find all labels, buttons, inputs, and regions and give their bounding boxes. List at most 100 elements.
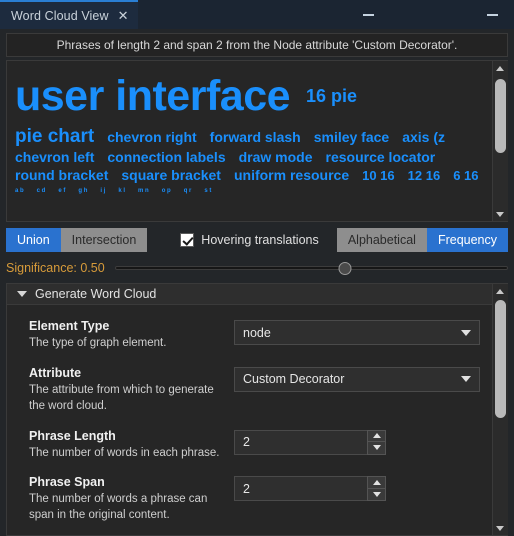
group-title: Generate Word Cloud <box>35 287 157 301</box>
word-cloud-term[interactable]: chevron right <box>107 130 196 144</box>
significance-row: Significance: 0.50 <box>6 259 508 277</box>
settings-scrollbar[interactable] <box>492 284 508 535</box>
word-cloud-term[interactable]: e f <box>58 188 65 194</box>
word-cloud-term[interactable]: 12 16 <box>408 169 441 182</box>
word-cloud-term[interactable]: k l <box>118 188 125 194</box>
alphabetical-button[interactable]: Alphabetical <box>336 228 427 252</box>
element-type-select[interactable]: node <box>234 320 480 345</box>
close-icon[interactable]: ✕ <box>118 9 129 22</box>
field-control: Custom Decorator <box>234 366 480 392</box>
window-controls-gap <box>390 0 470 29</box>
generate-word-cloud-group-header[interactable]: Generate Word Cloud <box>7 284 492 305</box>
field-element-type: Element Type The type of graph element. … <box>29 319 480 352</box>
word-cloud-term[interactable]: s t <box>204 188 211 194</box>
word-cloud-term[interactable]: user interface <box>15 74 291 118</box>
scroll-down-icon[interactable] <box>492 207 508 221</box>
field-control: node <box>234 319 480 345</box>
word-cloud-term[interactable]: connection labels <box>107 150 225 164</box>
checkbox-icon[interactable] <box>180 233 195 247</box>
word-cloud-term[interactable]: resource locator <box>326 150 436 164</box>
float-icon <box>486 13 498 16</box>
field-title: Attribute <box>29 365 82 380</box>
stepper-buttons <box>367 429 386 455</box>
word-cloud-term[interactable]: smiley face <box>314 130 390 144</box>
word-cloud-term[interactable]: q r <box>184 188 192 194</box>
settings-content: Generate Word Cloud Element Type The typ… <box>7 284 492 535</box>
chevron-down-icon[interactable] <box>461 376 471 383</box>
field-title: Phrase Span <box>29 475 105 490</box>
word-cloud-scrollbar[interactable] <box>492 61 508 221</box>
field-hint: The number of words in each phrase. <box>29 446 220 459</box>
phrase-length-value[interactable]: 2 <box>234 429 367 455</box>
window-body: Phrases of length 2 and span 2 from the … <box>0 29 514 536</box>
field-text: Element Type The type of graph element. <box>29 319 234 352</box>
hovering-translations-checkbox[interactable]: Hovering translations <box>180 233 319 247</box>
set-mode-segmented-control: Union Intersection <box>6 228 148 252</box>
sort-mode-segmented-control: Alphabetical Frequency <box>336 228 508 252</box>
word-cloud-term[interactable]: o p <box>162 188 171 194</box>
attribute-value: Custom Decorator <box>243 372 345 387</box>
word-cloud-view-window: Word Cloud View ✕ Phrases of length 2 an… <box>0 0 514 536</box>
word-cloud-term[interactable]: 16 pie <box>306 87 357 105</box>
field-title: Phrase Length <box>29 428 116 443</box>
attribute-select[interactable]: Custom Decorator <box>234 366 480 392</box>
frequency-button[interactable]: Frequency <box>426 228 508 252</box>
word-cloud-term[interactable]: 6 16 <box>453 169 478 182</box>
scroll-up-icon[interactable] <box>492 61 508 75</box>
field-attribute: Attribute The attribute from which to ge… <box>29 366 480 415</box>
word-cloud-term[interactable]: g h <box>78 188 87 194</box>
word-cloud-term[interactable]: pie chart <box>15 127 94 146</box>
intersection-button[interactable]: Intersection <box>60 228 148 252</box>
word-cloud-toolbar: Union Intersection Hovering translations… <box>6 227 508 253</box>
phrase-length-stepper[interactable]: 2 <box>234 429 386 455</box>
word-cloud-term[interactable]: forward slash <box>210 130 301 144</box>
field-control: 2 <box>234 429 480 455</box>
phrase-span-stepper[interactable]: 2 <box>234 476 386 502</box>
stepper-up-icon[interactable] <box>367 429 386 443</box>
field-phrase-length: Phrase Length The number of words in eac… <box>29 429 480 462</box>
slider-track <box>114 266 508 270</box>
word-cloud-term[interactable]: a b <box>15 188 24 194</box>
significance-slider[interactable] <box>114 260 508 276</box>
word-cloud-term[interactable]: c d <box>37 188 46 194</box>
stepper-buttons <box>367 476 386 502</box>
word-cloud-term[interactable]: 10 16 <box>362 169 395 182</box>
word-cloud-term[interactable]: draw mode <box>239 150 313 164</box>
scroll-thumb[interactable] <box>494 300 506 418</box>
stepper-down-icon[interactable] <box>367 488 386 502</box>
hovering-translations-label: Hovering translations <box>201 233 319 247</box>
description-bar: Phrases of length 2 and span 2 from the … <box>6 33 508 57</box>
scroll-up-icon[interactable] <box>492 284 508 298</box>
field-hint: The attribute from which to generate the… <box>29 383 214 412</box>
field-hint: The type of graph element. <box>29 337 167 349</box>
word-cloud-term[interactable]: axis (z <box>402 130 445 144</box>
stepper-up-icon[interactable] <box>367 476 386 489</box>
chevron-down-icon[interactable] <box>17 291 27 297</box>
scroll-track[interactable] <box>492 75 508 207</box>
word-cloud-term[interactable]: chevron left <box>15 150 94 164</box>
word-cloud-term[interactable]: m n <box>138 188 149 194</box>
word-cloud-row: round bracket square bracket uniform resou… <box>15 168 492 182</box>
element-type-value: node <box>243 325 271 340</box>
tab-word-cloud-view[interactable]: Word Cloud View ✕ <box>0 0 138 29</box>
chevron-down-icon[interactable] <box>461 329 471 336</box>
field-control: 2 <box>234 475 480 502</box>
word-cloud-term[interactable]: i j <box>100 188 105 194</box>
stepper-down-icon[interactable] <box>367 442 386 455</box>
significance-label: Significance: 0.50 <box>6 261 105 275</box>
word-cloud-term[interactable]: uniform resource <box>234 168 349 182</box>
phrase-span-value[interactable]: 2 <box>234 476 367 502</box>
slider-thumb[interactable] <box>338 261 352 275</box>
settings-form: Element Type The type of graph element. … <box>7 305 492 535</box>
scroll-down-icon[interactable] <box>492 521 508 535</box>
word-cloud-term[interactable]: round bracket <box>15 168 108 182</box>
union-button[interactable]: Union <box>6 228 61 252</box>
word-cloud-term[interactable]: square bracket <box>121 168 221 182</box>
minimize-button[interactable] <box>346 0 390 29</box>
float-button[interactable] <box>470 0 514 29</box>
scroll-thumb[interactable] <box>494 79 506 153</box>
field-text: Phrase Span The number of words a phrase… <box>29 475 234 524</box>
field-hint: The number of words a phrase can span in… <box>29 493 208 522</box>
scroll-track[interactable] <box>492 298 508 521</box>
word-cloud-canvas[interactable]: user interface 16 pie pie chart chevron ri… <box>7 61 492 221</box>
